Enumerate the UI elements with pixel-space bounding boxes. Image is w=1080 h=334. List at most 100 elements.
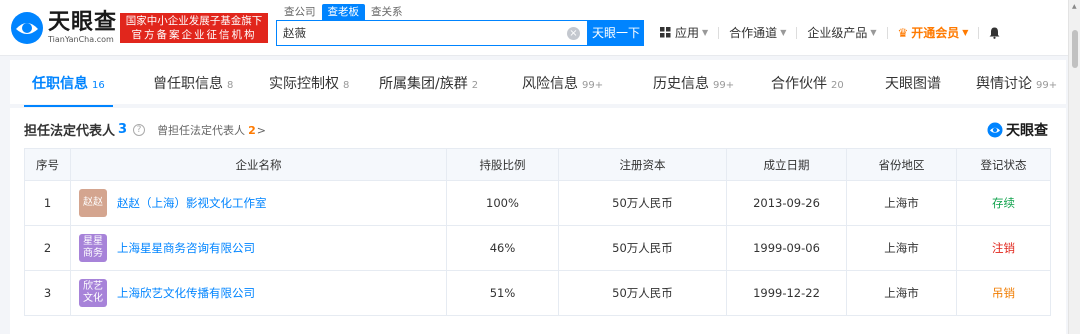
divider: [978, 26, 980, 39]
nav-enterprise[interactable]: 企业级产品 ▼: [807, 24, 876, 41]
crown-icon: ♛: [897, 25, 909, 40]
search-tab-relation[interactable]: 查关系: [365, 4, 409, 20]
tab-label: 曾任职信息: [153, 76, 223, 92]
tab-risk[interactable]: 风险信息 99+: [522, 73, 603, 93]
tab-label: 合作伙伴: [771, 76, 827, 92]
company-cell: 欣艺文化 上海欣艺文化传播有限公司: [70, 270, 447, 316]
search-input[interactable]: [283, 25, 553, 41]
company-cell: 星星商务 上海星星商务咨询有限公司: [70, 225, 447, 271]
former-label: 曾担任法定代表人: [157, 123, 246, 137]
registered-capital: 50万人民币: [558, 180, 727, 226]
tab-label: 风险信息: [522, 76, 578, 92]
chevron-down-icon: ▼: [870, 28, 877, 37]
col-header-capital: 注册资本: [558, 148, 727, 181]
region: 上海市: [846, 225, 957, 271]
chevron-down-icon: ▼: [962, 28, 969, 37]
tab-graph[interactable]: 天眼图谱: [885, 73, 941, 93]
nav-partner-label: 合作通道: [729, 26, 778, 40]
tab-public-opinion[interactable]: 舆情讨论 99+: [976, 73, 1057, 93]
row-index: 3: [24, 270, 71, 316]
legal-rep-table: 序号 企业名称 持股比例 注册资本 成立日期 省份地区 登记状态 1 赵赵 赵赵…: [24, 148, 1051, 316]
scrollbar-thumb[interactable]: [1072, 30, 1078, 68]
status-badge: 吊销: [956, 270, 1051, 316]
official-badge: 国家中小企业发展子基金旗下 官方备案企业征信机构: [120, 13, 268, 43]
tab-label: 历史信息: [653, 76, 709, 92]
former-legal-rep-link[interactable]: 曾担任法定代表人 2>: [157, 122, 266, 138]
scroll-up-icon[interactable]: ▲: [1072, 3, 1077, 10]
tab-label: 天眼图谱: [885, 76, 941, 92]
company-link[interactable]: 赵赵（上海）影视文化工作室: [117, 195, 267, 211]
company-cell: 赵赵 赵赵（上海）影视文化工作室: [70, 180, 447, 226]
company-link[interactable]: 上海欣艺文化传播有限公司: [117, 285, 255, 301]
top-header: 天眼查 TianYanCha.com 国家中小企业发展子基金旗下 官方备案企业征…: [0, 0, 1080, 56]
tab-count: 16: [92, 80, 105, 91]
page-scrollbar[interactable]: ▲: [1068, 0, 1080, 334]
search-button[interactable]: 天眼一下: [588, 20, 644, 46]
search-box: ×: [276, 20, 588, 46]
chevron-down-icon: ▼: [780, 28, 787, 37]
legal-rep-panel: 担任法定代表人 3 ? 曾担任法定代表人 2> 天眼查 序号 企业名称 持股比例 …: [10, 108, 1066, 334]
site-logo[interactable]: 天眼查 TianYanCha.com: [10, 10, 117, 46]
tab-actual-control[interactable]: 实际控制权 8: [269, 73, 349, 93]
tab-label: 所属集团/族群: [379, 76, 468, 92]
registered-capital: 50万人民币: [558, 225, 727, 271]
search-tab-company[interactable]: 查公司: [278, 4, 322, 20]
search-tab-boss[interactable]: 查老板: [321, 4, 365, 20]
nav-apps[interactable]: 应用 ▼: [660, 24, 708, 41]
tab-count: 8: [343, 80, 350, 91]
status-badge: 存续: [956, 180, 1051, 226]
logo-text-en: TianYanCha.com: [48, 35, 114, 44]
share-ratio: 100%: [446, 180, 559, 226]
brand-text: 天眼查: [1006, 123, 1048, 139]
tab-former-positions[interactable]: 曾任职信息 8: [153, 73, 233, 93]
table-row: 2 星星商务 上海星星商务咨询有限公司 46% 50万人民币 1999-09-0…: [24, 225, 1051, 271]
divider: [796, 26, 798, 39]
established-date: 1999-09-06: [726, 225, 847, 271]
nav-partner[interactable]: 合作通道 ▼: [729, 24, 786, 41]
table-row: 3 欣艺文化 上海欣艺文化传播有限公司 51% 50万人民币 1999-12-2…: [24, 270, 1051, 316]
col-header-share: 持股比例: [446, 148, 559, 181]
company-avatar[interactable]: 欣艺文化: [79, 279, 107, 307]
tab-count: 20: [831, 80, 844, 91]
eye-logo-icon: [987, 122, 1003, 138]
table-row: 1 赵赵 赵赵（上海）影视文化工作室 100% 50万人民币 2013-09-2…: [24, 180, 1051, 226]
table-header-row: 序号 企业名称 持股比例 注册资本 成立日期 省份地区 登记状态: [24, 148, 1051, 181]
company-link[interactable]: 上海星星商务咨询有限公司: [117, 240, 255, 256]
top-nav: 应用 ▼ 合作通道 ▼ 企业级产品 ▼ ♛ 开通会员 ▼: [660, 24, 1000, 41]
region: 上海市: [846, 180, 957, 226]
col-header-region: 省份地区: [846, 148, 957, 181]
col-header-company: 企业名称: [70, 148, 447, 181]
tab-partners[interactable]: 合作伙伴 20: [771, 73, 844, 93]
registered-capital: 50万人民币: [558, 270, 727, 316]
tab-group[interactable]: 所属集团/族群 2: [379, 73, 478, 93]
established-date: 1999-12-22: [726, 270, 847, 316]
tab-history[interactable]: 历史信息 99+: [653, 73, 734, 93]
nav-vip-label: 开通会员: [911, 26, 960, 40]
section-title: 担任法定代表人: [24, 124, 116, 139]
company-avatar[interactable]: 星星商务: [79, 234, 107, 262]
share-ratio: 51%: [446, 270, 559, 316]
tab-label: 任职信息: [32, 76, 88, 92]
col-header-status: 登记状态: [956, 148, 1051, 181]
share-ratio: 46%: [446, 225, 559, 271]
logo-text-cn: 天眼查: [48, 10, 118, 35]
col-header-date: 成立日期: [726, 148, 847, 181]
section-count: 3: [118, 122, 128, 137]
tab-current-positions[interactable]: 任职信息 16: [24, 73, 113, 107]
grid-icon: [660, 27, 671, 38]
help-icon[interactable]: ?: [133, 123, 146, 136]
nav-enterprise-label: 企业级产品: [807, 26, 868, 40]
tab-count: 2: [471, 80, 479, 91]
established-date: 2013-09-26: [726, 180, 847, 226]
tab-count: 99+: [582, 80, 604, 91]
info-tab-bar: 任职信息 16 曾任职信息 8 实际控制权 8 所属集团/族群 2 风险信息 99+ 历史…: [10, 60, 1066, 107]
status-badge: 注销: [956, 225, 1051, 271]
tab-label: 舆情讨论: [976, 76, 1032, 92]
company-avatar[interactable]: 赵赵: [79, 189, 107, 217]
clear-icon[interactable]: ×: [567, 27, 580, 40]
bell-icon[interactable]: [989, 27, 1000, 39]
section-header: 担任法定代表人 3 ? 曾担任法定代表人 2>: [24, 120, 266, 139]
search-type-tabs: 查公司 查老板 查关系: [278, 4, 409, 20]
nav-vip[interactable]: ♛ 开通会员 ▼: [898, 24, 969, 41]
chevron-right-icon: >: [256, 123, 266, 137]
